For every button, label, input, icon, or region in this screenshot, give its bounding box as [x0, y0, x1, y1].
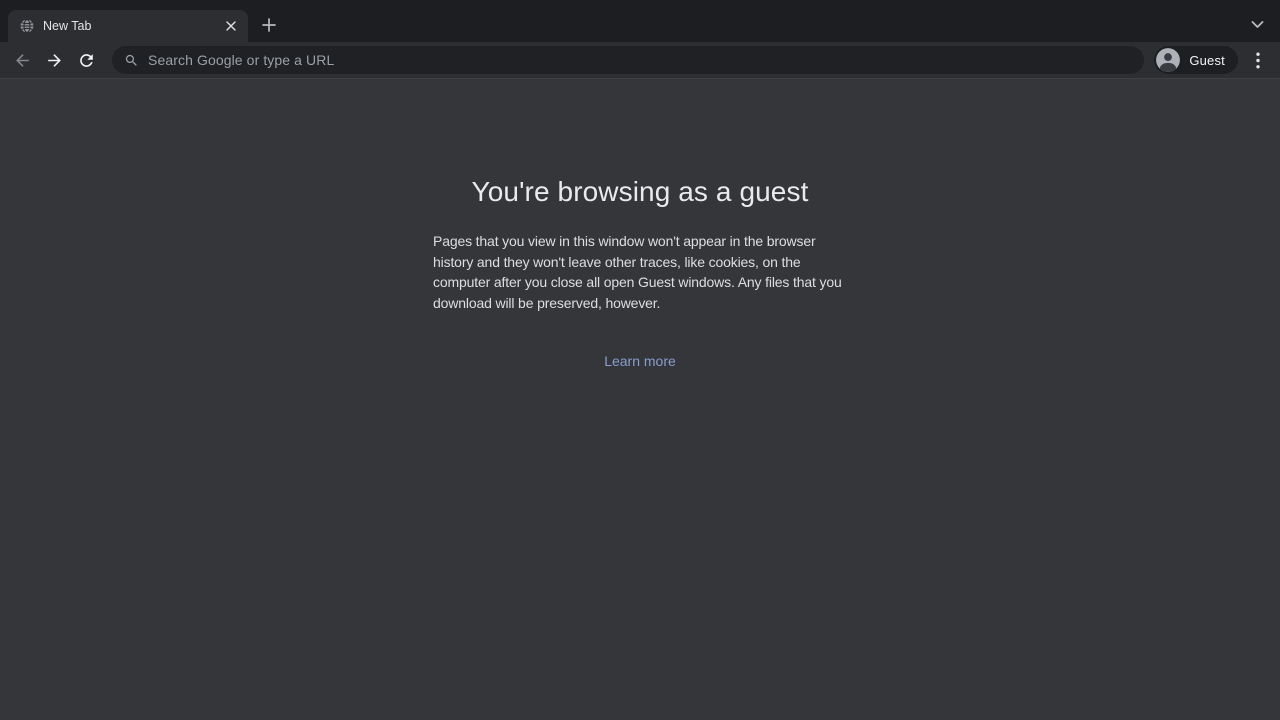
guest-description: Pages that you view in this window won't…	[433, 231, 847, 313]
guest-description-line: Pages that you view in this window won't…	[433, 231, 847, 252]
guest-description-line: download will be preserved, however.	[433, 293, 847, 314]
chevron-down-icon	[1251, 21, 1264, 29]
search-icon	[124, 53, 139, 68]
browser-menu-button[interactable]	[1244, 46, 1272, 74]
page-title: You're browsing as a guest	[0, 79, 1280, 209]
guest-profile-button[interactable]: Guest	[1154, 46, 1238, 74]
three-dot-menu-icon	[1256, 52, 1260, 69]
learn-more-container: Learn more	[0, 353, 1280, 371]
close-icon[interactable]	[222, 17, 240, 35]
globe-icon	[20, 19, 34, 33]
reload-button[interactable]	[72, 46, 100, 74]
tab-title: New Tab	[43, 19, 222, 33]
tab-search-button[interactable]	[1246, 15, 1268, 35]
guest-label: Guest	[1189, 53, 1225, 68]
guest-description-line: computer after you close all open Guest …	[433, 272, 847, 293]
guest-new-tab-page: You're browsing as a guest Pages that yo…	[0, 79, 1280, 720]
forward-button[interactable]	[40, 46, 68, 74]
browser-toolbar: Search Google or type a URL Guest	[0, 42, 1280, 78]
back-button[interactable]	[8, 46, 36, 74]
guest-avatar-icon	[1155, 47, 1181, 73]
guest-description-line: history and they won't leave other trace…	[433, 252, 847, 273]
back-arrow-icon	[13, 51, 32, 70]
address-bar-placeholder: Search Google or type a URL	[148, 52, 334, 68]
tab-new-tab[interactable]: New Tab	[8, 10, 248, 42]
tab-strip: New Tab	[0, 0, 1280, 42]
reload-icon	[77, 51, 96, 70]
new-tab-button[interactable]	[256, 12, 282, 38]
address-bar[interactable]: Search Google or type a URL	[112, 46, 1144, 74]
learn-more-link[interactable]: Learn more	[604, 353, 676, 369]
forward-arrow-icon	[45, 51, 64, 70]
plus-icon	[262, 18, 276, 32]
